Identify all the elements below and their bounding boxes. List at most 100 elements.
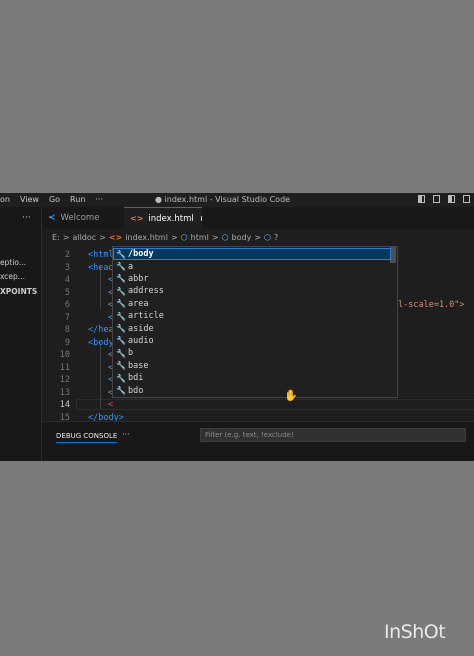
- suggest-item-label: abbr: [128, 273, 149, 284]
- suggest-item[interactable]: 🔧 abbr: [113, 273, 391, 285]
- html-file-icon: <>: [108, 233, 123, 242]
- suggest-item-label: aside: [128, 323, 154, 334]
- panel-more-icon[interactable]: ···: [122, 430, 130, 439]
- breadcrumb-html[interactable]: html: [191, 233, 209, 242]
- line-number: 10: [59, 350, 70, 360]
- suggest-item[interactable]: 🔧 audio: [113, 335, 391, 347]
- property-wrench-icon: 🔧: [116, 311, 126, 321]
- line-number: 13: [59, 387, 70, 398]
- property-wrench-icon: 🔧: [116, 336, 126, 346]
- line-number: 11: [59, 362, 70, 373]
- line-number: 8: [64, 325, 70, 335]
- toggle-panel-icon[interactable]: [433, 195, 440, 203]
- symbol-cube-icon: ⬡: [264, 233, 272, 242]
- toggle-sidebar-icon[interactable]: [418, 195, 425, 203]
- suggest-item-label: b: [128, 348, 134, 359]
- window-title: ● index.html - Visual Studio Code: [155, 195, 291, 204]
- breadcrumb-separator: >: [170, 233, 178, 242]
- property-wrench-icon: 🔧: [116, 299, 126, 309]
- breadcrumb-separator: >: [211, 233, 219, 242]
- tab-welcome[interactable]: ≺ Welcome: [48, 207, 122, 229]
- line-number-current: 14: [59, 400, 70, 410]
- side-bar: ··· eptio... xcep... XPOINTS: [0, 207, 42, 461]
- suggest-item[interactable]: 🔧 bdo: [113, 384, 391, 396]
- property-wrench-icon: 🔧: [116, 249, 126, 259]
- suggest-item-selected[interactable]: 🔧 /body: [113, 248, 391, 261]
- bottom-panel: DEBUG CONSOLE ··· Filter (e.g. text, !ex…: [42, 421, 474, 461]
- menu-item-go[interactable]: Go: [49, 195, 60, 204]
- title-bar: on View Go Run ··· ● index.html - Visual…: [0, 193, 474, 207]
- sidebar-more-icon[interactable]: ···: [22, 213, 31, 223]
- menu-item-run[interactable]: Run: [70, 195, 85, 204]
- breadcrumb-file[interactable]: index.html: [125, 233, 168, 242]
- breadcrumb-unknown[interactable]: ?: [274, 233, 278, 242]
- suggest-item[interactable]: 🔧 b: [113, 347, 391, 359]
- code-line-tail: l-scale=1.0">: [398, 300, 465, 310]
- tab-debug-console[interactable]: DEBUG CONSOLE: [56, 432, 118, 443]
- suggest-item-label: bdo: [128, 385, 144, 396]
- property-wrench-icon: 🔧: [116, 373, 126, 383]
- customize-layout-icon[interactable]: [463, 195, 470, 203]
- code-line: </hea: [88, 325, 114, 335]
- tab-index-html-label: index.html: [148, 213, 194, 224]
- toggle-secondary-sidebar-icon[interactable]: [448, 195, 455, 203]
- suggest-item-label: a: [128, 261, 134, 272]
- editor-tab-bar: ≺ Welcome <> index.html: [42, 207, 474, 229]
- menu-more-button[interactable]: ···: [95, 195, 103, 204]
- property-wrench-icon: 🔧: [116, 348, 126, 358]
- suggest-item[interactable]: 🔧 base: [113, 360, 391, 372]
- property-wrench-icon: 🔧: [116, 361, 126, 371]
- suggest-item[interactable]: 🔧 area: [113, 298, 391, 310]
- suggest-item[interactable]: 🔧 article: [113, 310, 391, 322]
- symbol-cube-icon: ⬡: [180, 233, 188, 242]
- breadcrumb-drive[interactable]: E:: [52, 233, 60, 242]
- suggest-item-label: bdi: [128, 373, 144, 384]
- inshot-watermark: InShOt: [384, 621, 446, 643]
- menu-bar: on View Go Run ···: [0, 195, 113, 204]
- property-wrench-icon: 🔧: [116, 324, 126, 334]
- line-number: 3: [64, 262, 70, 273]
- code-line: <head: [88, 262, 114, 273]
- tab-welcome-label: Welcome: [60, 213, 100, 223]
- suggest-item-label: base: [128, 360, 149, 371]
- code-line-current: <: [108, 400, 114, 410]
- suggest-item[interactable]: 🔧 bdi: [113, 372, 391, 384]
- sidebar-exceptions-item[interactable]: eptio...: [0, 258, 26, 267]
- line-number: 5: [64, 287, 70, 298]
- unsaved-dot-icon[interactable]: [200, 216, 202, 221]
- vscode-icon: ≺: [48, 213, 56, 223]
- breadcrumb-body[interactable]: body: [232, 233, 252, 242]
- line-number: 6: [64, 300, 70, 310]
- suggest-item-label: /body: [128, 249, 154, 260]
- html-file-icon: <>: [130, 214, 144, 223]
- breadcrumb-folder[interactable]: alldoc: [72, 233, 96, 242]
- property-wrench-icon: 🔧: [116, 262, 126, 272]
- suggest-item-label: area: [128, 298, 149, 309]
- breadcrumb: E: > alldoc > <> index.html > ⬡ html > ⬡…: [52, 233, 278, 242]
- current-line-highlight: [76, 399, 474, 410]
- sidebar-breakpoints-header[interactable]: XPOINTS: [0, 287, 37, 296]
- suggest-item[interactable]: 🔧 a: [113, 260, 391, 272]
- line-number: 2: [64, 250, 70, 260]
- suggest-widget[interactable]: 🔧 /body 🔧 a 🔧 abbr 🔧 address 🔧 area 🔧 ar…: [112, 246, 398, 398]
- breadcrumb-separator: >: [62, 233, 70, 242]
- layout-controls: [418, 195, 470, 203]
- breadcrumb-separator: >: [99, 233, 106, 242]
- line-number: 12: [59, 375, 70, 385]
- property-wrench-icon: 🔧: [116, 274, 126, 284]
- menu-item-view[interactable]: View: [20, 195, 39, 204]
- suggest-item-label: audio: [128, 335, 154, 346]
- debug-filter-input[interactable]: Filter (e.g. text, !exclude): [200, 428, 466, 442]
- code-line: <body: [88, 337, 114, 348]
- suggest-item[interactable]: 🔧 aside: [113, 322, 391, 334]
- property-wrench-icon: 🔧: [116, 286, 126, 296]
- menu-item-selection[interactable]: on: [0, 195, 10, 204]
- suggest-item[interactable]: 🔧 address: [113, 285, 391, 297]
- tab-index-html[interactable]: <> index.html: [124, 207, 202, 229]
- code-line: <html: [88, 250, 114, 260]
- line-number: 7: [64, 312, 70, 323]
- suggest-item-label: address: [128, 286, 164, 297]
- line-number: 4: [64, 275, 70, 285]
- vscode-window: on View Go Run ··· ● index.html - Visual…: [0, 193, 474, 461]
- sidebar-exceptions-item-2[interactable]: xcep...: [0, 272, 25, 281]
